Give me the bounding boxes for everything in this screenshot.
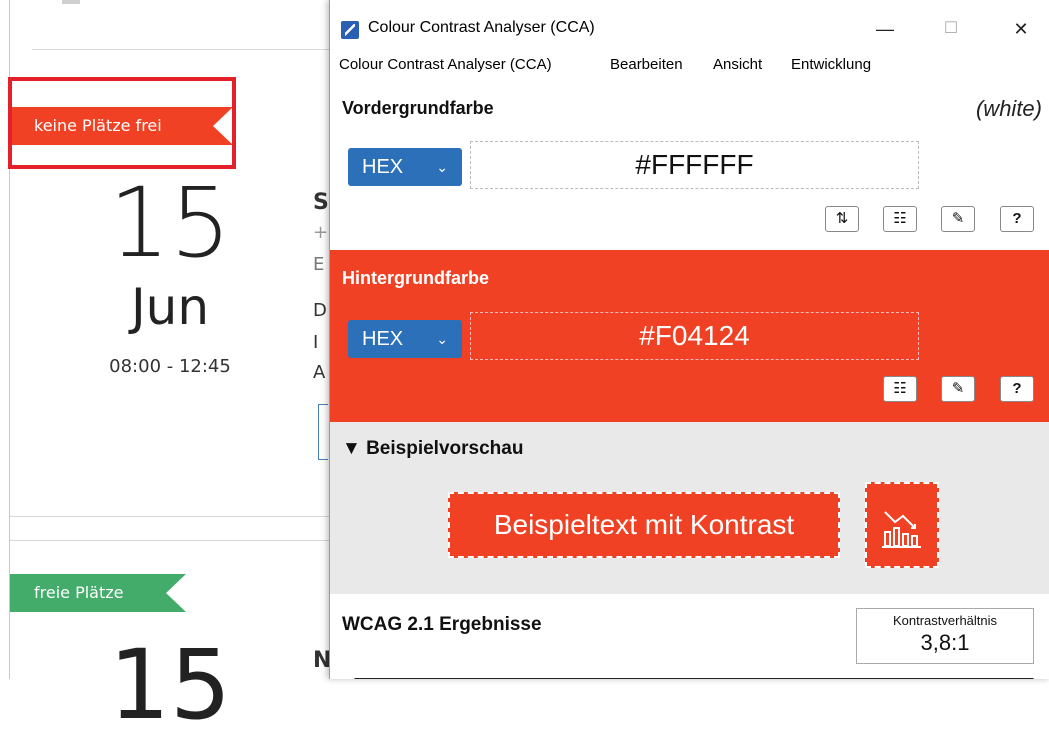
help-icon[interactable]: ? (1000, 376, 1034, 402)
peek-text: E (313, 254, 325, 275)
background-format-select[interactable]: HEX ⌄ (348, 320, 462, 358)
menu-view[interactable]: Ansicht (713, 56, 762, 73)
menu-edit[interactable]: Bearbeiten (610, 56, 683, 73)
status-ribbon-free: freie Plätze (10, 574, 186, 612)
foreground-label: Vordergrundfarbe (342, 98, 494, 118)
format-label: HEX (362, 328, 404, 350)
menu-bar: Colour Contrast Analyser (CCA) Bearbeite… (330, 50, 1049, 80)
event-time: 08:00 - 12:45 (109, 356, 231, 377)
peek-text: I (313, 332, 319, 353)
help-icon[interactable]: ? (1000, 206, 1034, 232)
event-day: 15 (108, 167, 232, 279)
minimize-button[interactable]: — (862, 14, 908, 44)
background-label: Hintergrundfarbe (342, 268, 490, 288)
cca-app-icon (341, 21, 359, 39)
event-month: Jun (130, 278, 210, 336)
foreground-format-select[interactable]: HEX ⌄ (348, 148, 462, 186)
background-section: Hintergrundfarbe HEX ⌄ #F04124 ☷ ✎ ? (330, 250, 1049, 422)
results-label: WCAG 2.1 Ergebnisse (342, 614, 542, 635)
swap-icon[interactable]: ⇅ (825, 206, 859, 232)
chart-icon (865, 482, 939, 568)
sample-text-preview: Beispieltext mit Kontrast (448, 492, 840, 558)
sliders-icon[interactable]: ☷ (883, 376, 917, 402)
sliders-icon[interactable]: ☷ (883, 206, 917, 232)
menu-app[interactable]: Colour Contrast Analyser (CCA) (339, 56, 552, 73)
foreground-hex-input[interactable]: #FFFFFF (470, 141, 919, 189)
color-name-tag: (white) (975, 96, 1042, 121)
contrast-ratio-label: Kontrastverhältnis (892, 613, 998, 628)
peek-button[interactable] (318, 404, 328, 460)
format-label: HEX (362, 156, 404, 178)
contrast-ratio-value: 3,8:1 (920, 630, 970, 655)
peek-text: S (313, 190, 329, 215)
chevron-down-icon: ⌄ (436, 331, 448, 347)
contrast-ratio-box: Kontrastverhältnis 3,8:1 (856, 608, 1034, 664)
top-stub (62, 0, 80, 4)
peek-text: D (313, 300, 327, 321)
window-title: Colour Contrast Analyser (CCA) (368, 19, 595, 36)
event-day: 15 (108, 629, 232, 741)
maximize-button[interactable]: ☐ (928, 14, 974, 44)
background-hex-input[interactable]: #F04124 (470, 312, 919, 360)
highlight-frame (8, 77, 236, 169)
foreground-section: Vordergrundfarbe (white) HEX ⌄ #FFFFFF ⇅… (330, 86, 1049, 250)
peek-text: + (313, 222, 329, 243)
peek-text: A (313, 362, 326, 383)
preview-section: ▼ Beispielvorschau Beispieltext mit Kont… (330, 422, 1049, 594)
chevron-down-icon: ⌄ (436, 159, 448, 175)
results-section: WCAG 2.1 Ergebnisse Kontrastverhältnis 3… (330, 594, 1049, 679)
title-bar[interactable]: Colour Contrast Analyser (CCA) — ☐ ✕ (330, 0, 1049, 46)
divider (10, 540, 332, 541)
divider (32, 49, 332, 50)
divider (10, 516, 332, 517)
close-button[interactable]: ✕ (998, 14, 1044, 44)
preview-toggle[interactable]: ▼ Beispielvorschau (342, 438, 523, 460)
cca-window: Colour Contrast Analyser (CCA) — ☐ ✕ Col… (329, 0, 1049, 679)
menu-development[interactable]: Entwicklung (791, 56, 871, 73)
eyedropper-icon[interactable]: ✎ (941, 206, 975, 232)
eyedropper-icon[interactable]: ✎ (941, 376, 975, 402)
